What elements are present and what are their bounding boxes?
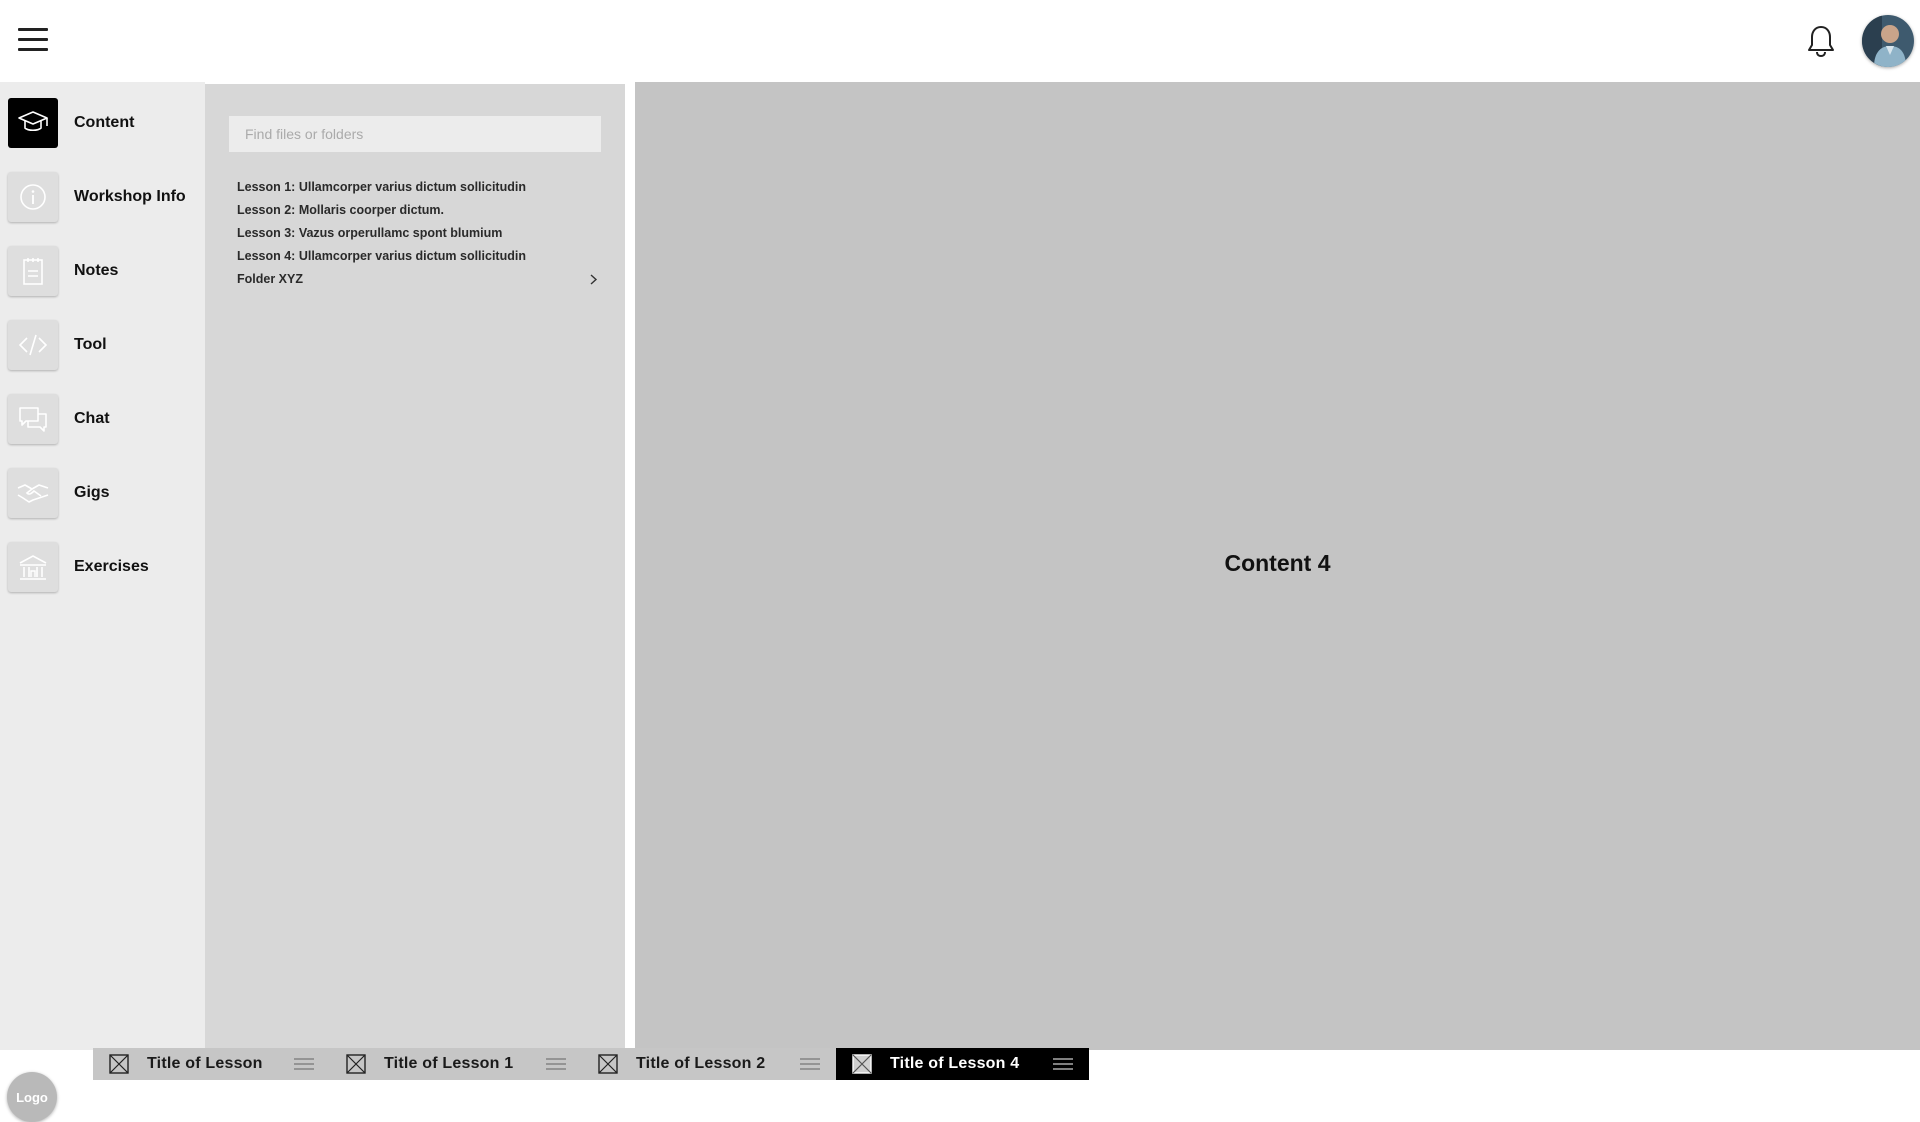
hamburger-icon[interactable] <box>18 28 48 52</box>
sidebar-item-label: Notes <box>74 262 119 279</box>
sidebar-item-chat[interactable]: Chat <box>8 393 203 445</box>
tab-title-of-lesson-4[interactable]: Title of Lesson 4 <box>836 1048 1089 1080</box>
tab-title-of-lesson-1[interactable]: Title of Lesson 1 <box>330 1048 582 1080</box>
file-browser-panel: Lesson 1: Ullamcorper varius dictum soll… <box>205 84 625 1050</box>
file-list: Lesson 1: Ullamcorper varius dictum soll… <box>237 176 605 291</box>
tab-title-of-lesson-2[interactable]: Title of Lesson 2 <box>582 1048 836 1080</box>
image-placeholder-icon <box>598 1054 618 1074</box>
graduation-cap-icon <box>8 98 58 148</box>
bell-icon[interactable] <box>1806 24 1836 58</box>
chevron-right-icon <box>590 274 598 285</box>
sidebar-item-gigs[interactable]: Gigs <box>8 467 203 519</box>
image-placeholder-icon <box>109 1054 129 1074</box>
sidebar-item-label: Tool <box>74 336 107 353</box>
user-avatar-icon <box>1862 15 1914 67</box>
avatar[interactable] <box>1862 15 1914 67</box>
drag-handle-icon[interactable] <box>800 1058 820 1070</box>
sidebar-item-label: Chat <box>74 410 110 427</box>
sidebar-nav: Content Workshop Info Notes Tool Chat Gi… <box>0 82 205 1122</box>
sidebar-item-notes[interactable]: Notes <box>8 245 203 297</box>
file-item-lesson-4[interactable]: Lesson 4: Ullamcorper varius dictum soll… <box>237 245 605 268</box>
content-title: Content 4 <box>1224 550 1331 576</box>
drag-handle-icon[interactable] <box>1053 1058 1073 1070</box>
chat-bubbles-icon <box>8 394 58 444</box>
sidebar-item-label: Gigs <box>74 484 110 501</box>
tab-label: Title of Lesson 2 <box>636 1055 766 1072</box>
sidebar-item-tool[interactable]: Tool <box>8 319 203 371</box>
tab-title-of-lesson[interactable]: Title of Lesson <box>93 1048 330 1080</box>
panel-divider[interactable] <box>625 84 635 1050</box>
drag-handle-icon[interactable] <box>546 1058 566 1070</box>
sidebar-item-content[interactable]: Content <box>8 97 203 149</box>
folder-item-xyz[interactable]: Folder XYZ <box>237 268 605 291</box>
top-bar <box>0 0 1920 82</box>
folder-label: Folder XYZ <box>237 272 303 286</box>
tab-label: Title of Lesson 1 <box>384 1055 514 1072</box>
drag-handle-icon[interactable] <box>294 1058 314 1070</box>
notepad-icon <box>8 246 58 296</box>
file-item-lesson-1[interactable]: Lesson 1: Ullamcorper varius dictum soll… <box>237 176 605 199</box>
sidebar-item-label: Workshop Info <box>74 188 186 205</box>
file-item-lesson-2[interactable]: Lesson 2: Mollaris coorper dictum. <box>237 199 605 222</box>
handshake-icon <box>8 468 58 518</box>
tab-label: Title of Lesson 4 <box>890 1055 1020 1072</box>
image-placeholder-icon <box>852 1054 872 1074</box>
gym-building-icon <box>8 542 58 592</box>
file-item-lesson-3[interactable]: Lesson 3: Vazus orperullamc spont blumiu… <box>237 222 605 245</box>
tab-label: Title of Lesson <box>147 1055 263 1072</box>
search-input[interactable] <box>229 116 601 152</box>
image-placeholder-icon <box>346 1054 366 1074</box>
info-icon <box>8 172 58 222</box>
lesson-tab-bar: Title of Lesson Title of Lesson 1 Title … <box>93 1048 1089 1080</box>
sidebar-item-label: Content <box>74 114 135 131</box>
sidebar-item-workshop-info[interactable]: Workshop Info <box>8 171 203 223</box>
code-icon <box>8 320 58 370</box>
sidebar-item-label: Exercises <box>74 558 149 575</box>
sidebar-item-exercises[interactable]: Exercises <box>8 541 203 593</box>
content-area: Content 4 <box>635 82 1920 1050</box>
